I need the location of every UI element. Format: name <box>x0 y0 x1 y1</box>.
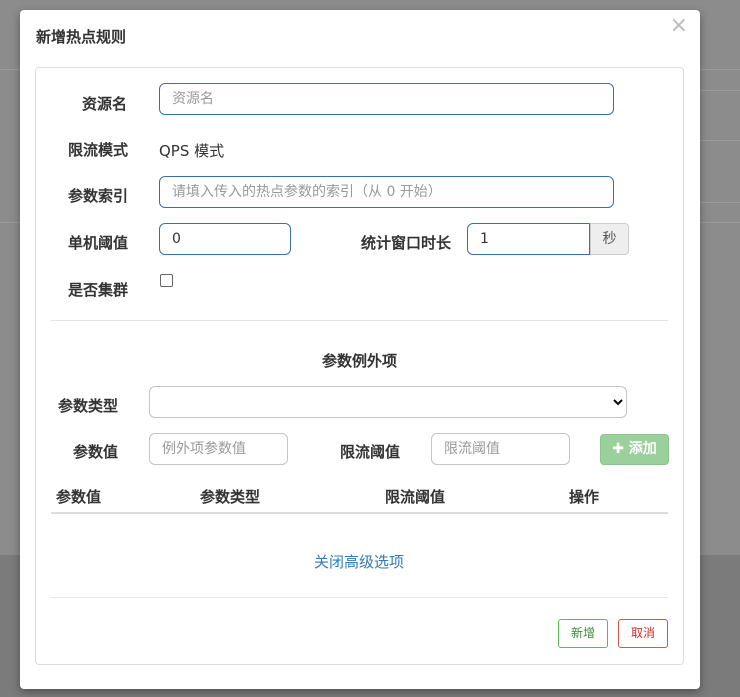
threshold-label: 单机阈值 <box>68 234 129 252</box>
resource-name-label: 资源名 <box>82 95 128 113</box>
resource-name-input[interactable] <box>159 83 614 115</box>
cluster-label: 是否集群 <box>68 281 129 299</box>
param-type-select[interactable] <box>149 386 627 418</box>
background-divider <box>0 222 20 223</box>
plus-icon: ✚ <box>612 441 629 457</box>
window-unit-addon: 秒 <box>590 223 629 255</box>
cluster-checkbox[interactable] <box>160 274 173 287</box>
param-index-label: 参数索引 <box>68 187 129 205</box>
limit-mode-value: QPS 模式 <box>159 142 225 160</box>
add-exception-button[interactable]: ✚ 添加 <box>600 434 669 465</box>
cancel-button[interactable]: 取消 <box>618 619 668 648</box>
window-duration-input[interactable] <box>467 223 590 255</box>
param-value-label: 参数值 <box>73 443 119 461</box>
background-divider <box>700 222 740 223</box>
dialog-title: 新增热点规则 <box>36 28 127 46</box>
background-divider <box>700 140 740 141</box>
limit-mode-label: 限流模式 <box>68 141 129 159</box>
close-advanced-options-link[interactable]: 关闭高级选项 <box>314 551 404 572</box>
background-divider <box>700 202 740 203</box>
close-icon[interactable]: × <box>670 14 688 38</box>
table-header-divider <box>51 512 668 514</box>
limit-threshold-input[interactable] <box>431 433 570 465</box>
param-type-label: 参数类型 <box>58 397 119 415</box>
background-divider <box>700 90 740 91</box>
table-header-param-value: 参数值 <box>56 488 102 506</box>
rule-form-panel: 资源名 限流模式 QPS 模式 参数索引 单机阈值 统计窗口时长 秒 是否集群 … <box>35 67 684 665</box>
param-index-input[interactable] <box>159 176 614 208</box>
table-header-operation: 操作 <box>569 488 600 506</box>
background-divider <box>0 69 20 70</box>
submit-add-button[interactable]: 新增 <box>558 619 608 648</box>
hotspot-rule-dialog: 新增热点规则 × 资源名 限流模式 QPS 模式 参数索引 单机阈值 统计窗口时… <box>20 10 700 689</box>
section-divider <box>51 320 668 321</box>
background-divider <box>700 69 740 70</box>
window-duration-label: 统计窗口时长 <box>361 234 452 252</box>
table-header-limit-threshold: 限流阈值 <box>385 488 446 506</box>
param-value-input[interactable] <box>149 433 288 465</box>
threshold-input[interactable] <box>159 223 291 255</box>
add-exception-label: 添加 <box>628 441 657 457</box>
param-exceptions-title: 参数例外项 <box>322 352 398 370</box>
limit-threshold-label: 限流阈值 <box>340 443 401 461</box>
table-header-param-type: 参数类型 <box>200 488 261 506</box>
footer-divider <box>51 597 668 598</box>
